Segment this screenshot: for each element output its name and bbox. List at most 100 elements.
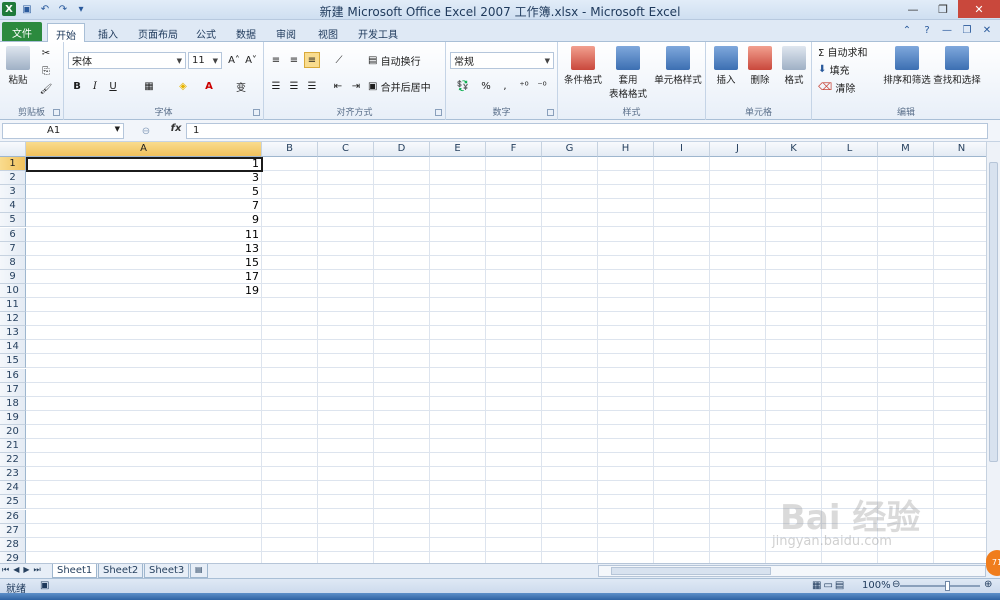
merge-center-button[interactable]: ▣ 合并后居中 — [368, 78, 448, 94]
insert-cells-button[interactable]: 插入 — [710, 46, 742, 86]
close-button[interactable]: ✕ — [958, 0, 1000, 18]
row-header-24[interactable]: 24 — [0, 481, 26, 496]
phonetic-button[interactable]: 变 — [232, 78, 250, 94]
row-header-8[interactable]: 8 — [0, 255, 26, 270]
row-header-11[interactable]: 11 — [0, 298, 26, 312]
alignment-launcher-icon[interactable] — [435, 109, 442, 116]
row-header-12[interactable]: 12 — [0, 312, 26, 327]
row-header-7[interactable]: 7 — [0, 241, 26, 256]
cell-a2[interactable]: 3 — [27, 171, 262, 185]
increase-indent-icon[interactable]: ⇥ — [348, 78, 364, 94]
formula-expand-icon[interactable]: ⊖ — [128, 123, 164, 139]
delete-cells-button[interactable]: 删除 — [744, 46, 776, 86]
row-header-16[interactable]: 16 — [0, 368, 26, 383]
row-header-27[interactable]: 27 — [0, 523, 26, 538]
first-sheet-icon[interactable]: ⏮ — [2, 565, 9, 575]
row-header-22[interactable]: 22 — [0, 453, 26, 468]
cell-a3[interactable]: 5 — [27, 185, 262, 199]
tab-formulas[interactable]: 公式 — [190, 23, 222, 42]
row-header-23[interactable]: 23 — [0, 467, 26, 482]
column-header-m[interactable]: M — [878, 142, 934, 157]
row-header-13[interactable]: 13 — [0, 326, 26, 341]
sort-filter-button[interactable]: 排序和筛选 — [882, 46, 932, 86]
cell-styles-button[interactable]: 单元格样式 — [652, 46, 704, 86]
row-header-18[interactable]: 18 — [0, 396, 26, 411]
shrink-font-button[interactable]: A˅ — [243, 52, 259, 68]
comma-button[interactable]: , — [498, 78, 512, 94]
column-header-l[interactable]: L — [822, 142, 878, 157]
column-header-c[interactable]: C — [318, 142, 374, 157]
fill-button[interactable]: ⬇ 填充 — [818, 62, 884, 77]
column-header-g[interactable]: G — [542, 142, 598, 157]
column-header-j[interactable]: J — [710, 142, 766, 157]
last-sheet-icon[interactable]: ⏭ — [34, 565, 41, 575]
number-launcher-icon[interactable] — [547, 109, 554, 116]
autosum-button[interactable]: Σ 自动求和 — [818, 44, 884, 59]
row-header-28[interactable]: 28 — [0, 537, 26, 552]
row-header-26[interactable]: 26 — [0, 509, 26, 524]
row-header-10[interactable]: 10 — [0, 283, 26, 298]
conditional-format-button[interactable]: 条件格式 — [560, 46, 606, 86]
orientation-icon[interactable]: ⟋ — [330, 52, 348, 68]
percent-button[interactable]: % — [478, 78, 494, 94]
tab-view[interactable]: 视图 — [312, 23, 344, 42]
formula-input[interactable]: 1 — [186, 123, 988, 139]
column-header-b[interactable]: B — [262, 142, 318, 157]
format-cells-button[interactable]: 格式 — [778, 46, 810, 86]
decrease-decimal-icon[interactable]: ⁻⁰ — [534, 78, 550, 94]
row-header-15[interactable]: 15 — [0, 354, 26, 369]
prev-sheet-icon[interactable]: ◀ — [13, 565, 19, 575]
row-header-5[interactable]: 5 — [0, 213, 26, 228]
align-right-icon[interactable]: ☰ — [304, 78, 320, 94]
align-middle-icon[interactable]: ≡ — [286, 52, 302, 68]
tab-developer[interactable]: 开发工具 — [352, 23, 404, 42]
increase-decimal-icon[interactable]: ⁺⁰ — [516, 78, 532, 94]
row-header-3[interactable]: 3 — [0, 185, 26, 200]
column-header-e[interactable]: E — [430, 142, 486, 157]
tab-insert[interactable]: 插入 — [90, 23, 126, 42]
row-header-2[interactable]: 2 — [0, 171, 26, 186]
border-icon[interactable]: ▦ — [140, 78, 158, 94]
column-header-d[interactable]: D — [374, 142, 430, 157]
find-select-button[interactable]: 查找和选择 — [932, 46, 982, 86]
column-header-h[interactable]: H — [598, 142, 654, 157]
font-launcher-icon[interactable] — [253, 109, 260, 116]
row-header-19[interactable]: 19 — [0, 410, 26, 425]
row-header-25[interactable]: 25 — [0, 495, 26, 510]
font-name-select[interactable]: 宋体 ▼ — [68, 52, 186, 69]
row-header-9[interactable]: 9 — [0, 269, 26, 284]
next-sheet-icon[interactable]: ▶ — [23, 565, 29, 575]
name-box[interactable]: A1 ▼ — [2, 123, 124, 139]
fill-color-icon[interactable]: ◈ — [174, 78, 192, 94]
font-size-select[interactable]: 11 ▼ — [188, 52, 222, 69]
column-header-i[interactable]: I — [654, 142, 710, 157]
zoom-level[interactable]: 100% — [862, 580, 891, 591]
row-header-4[interactable]: 4 — [0, 199, 26, 214]
vertical-scrollbar[interactable] — [986, 142, 1000, 563]
tab-home[interactable]: 开始 — [47, 23, 85, 43]
doc-close-icon[interactable]: ✕ — [980, 23, 994, 37]
row-header-21[interactable]: 21 — [0, 439, 26, 453]
minimize-button[interactable]: — — [898, 0, 928, 18]
align-top-icon[interactable]: ≡ — [268, 52, 284, 68]
column-header-f[interactable]: F — [486, 142, 542, 157]
tab-review[interactable]: 审阅 — [270, 23, 302, 42]
row-header-29[interactable]: 29 — [0, 551, 26, 563]
align-center-icon[interactable]: ☰ — [286, 78, 302, 94]
floating-badge[interactable]: 71 — [986, 550, 1000, 576]
column-header-k[interactable]: K — [766, 142, 822, 157]
cell-a6[interactable]: 11 — [27, 228, 262, 242]
sheet-tab-2[interactable]: Sheet2 — [98, 564, 144, 578]
row-header-14[interactable]: 14 — [0, 340, 26, 355]
cell-a9[interactable]: 17 — [27, 270, 262, 284]
column-header-a[interactable]: A — [26, 142, 262, 157]
doc-minimize-icon[interactable]: — — [940, 23, 954, 37]
clipboard-launcher-icon[interactable] — [53, 109, 60, 116]
tab-file[interactable]: 文件 — [2, 22, 42, 41]
sheet-tab-3[interactable]: Sheet3 — [144, 564, 190, 578]
help-icon[interactable]: ? — [920, 23, 934, 37]
cell-a4[interactable]: 7 — [27, 199, 262, 213]
column-header-n[interactable]: N — [934, 142, 986, 157]
row-header-1[interactable]: 1 — [0, 157, 26, 171]
insert-function-icon[interactable]: fx — [168, 123, 184, 139]
